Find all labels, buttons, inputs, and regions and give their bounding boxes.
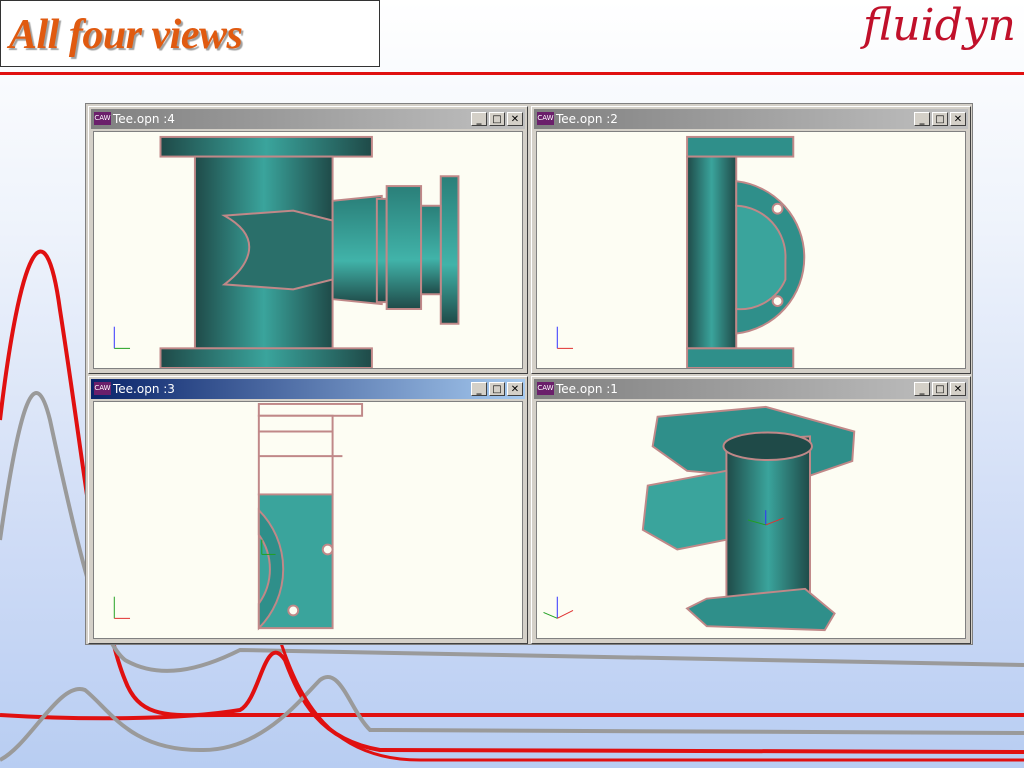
branch-ring-2 [385,185,423,310]
viewport-4[interactable] [93,131,523,369]
viewport-2[interactable] [536,131,966,369]
title-box: All four views [0,0,380,67]
branch-neck [420,204,442,296]
flange-top [257,402,364,417]
maximize-button[interactable]: □ [489,112,505,126]
branch-pipe [331,194,383,306]
branch-arm [641,469,728,551]
window-title: Tee.opn :4 [113,112,175,126]
fluidyn-logo: fluidyn [862,0,1016,51]
close-button[interactable]: ✕ [507,112,523,126]
app-icon: CAW [94,382,111,395]
tee-isometric-view [543,405,856,632]
bolt-hole [287,604,300,617]
axis-triad [113,539,276,619]
maximize-button[interactable]: □ [489,382,505,396]
app-icon: CAW [94,112,111,125]
view-window-3[interactable]: CAW Tee.opn :3 _ □ ✕ [88,376,528,644]
view-window-2[interactable]: CAW Tee.opn :2 _ □ ✕ [531,106,971,374]
view-window-1[interactable]: CAW Tee.opn :1 _ □ ✕ [531,376,971,644]
window-title: Tee.opn :1 [556,382,618,396]
red-low-curve [0,650,1024,754]
bottom-flange [685,587,836,632]
axis-triad [556,326,574,349]
tee-front-view [556,135,806,368]
maximize-button[interactable]: □ [932,112,948,126]
bottom-flange [686,347,795,368]
maximize-button[interactable]: □ [932,382,948,396]
slide-title: All four views [9,12,243,58]
pipe-opening [722,431,813,461]
bolt-hole [321,543,334,556]
bolt-hole [771,202,784,215]
app-icon: CAW [537,382,554,395]
viewport-1[interactable] [536,401,966,639]
mdi-workspace: CAW Tee.opn :4 _ □ ✕ CAW Tee.opn:2 _ □ … [85,103,973,645]
minimize-button[interactable]: _ [914,112,930,126]
tee-top-view [113,402,364,631]
close-button[interactable]: ✕ [950,382,966,396]
bolt-hole [771,295,784,308]
close-button[interactable]: ✕ [507,382,523,396]
top-flange [159,135,373,158]
viewport-3[interactable] [93,401,523,639]
close-button[interactable]: ✕ [950,112,966,126]
window-title: Tee.opn :2 [556,112,618,126]
app-icon: CAW [537,112,554,125]
branch-ring-1 [375,197,388,304]
bottom-flange [159,347,373,368]
top-flange [686,135,795,158]
axis-triad [113,326,131,349]
window-titlebar[interactable]: CAW Tee.opn :3 _ □ ✕ [91,379,525,399]
minimize-button[interactable]: _ [471,382,487,396]
tee-side-view [113,135,460,368]
window-titlebar[interactable]: CAW Tee.opn :2 _ □ ✕ [534,109,968,129]
window-titlebar[interactable]: CAW Tee.opn :1 _ □ ✕ [534,379,968,399]
minimize-button[interactable]: _ [471,112,487,126]
title-rule [0,72,1024,75]
main-body [686,155,738,350]
window-title: Tee.opn :3 [113,382,175,396]
minimize-button[interactable]: _ [914,382,930,396]
window-titlebar[interactable]: CAW Tee.opn :4 _ □ ✕ [91,109,525,129]
view-window-4[interactable]: CAW Tee.opn :4 _ □ ✕ [88,106,528,374]
branch-flange [439,175,460,325]
